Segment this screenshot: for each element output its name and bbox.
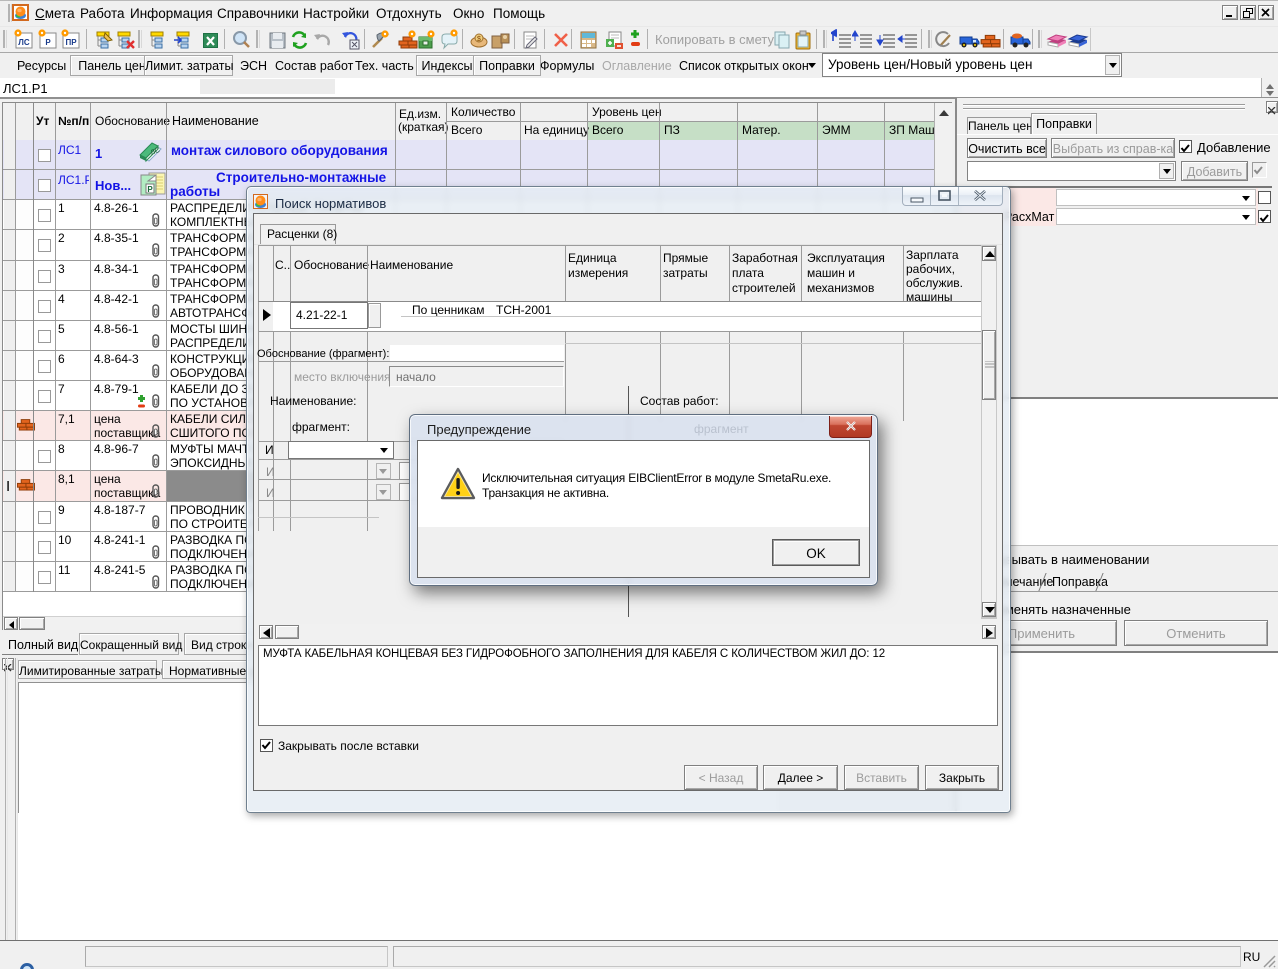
svg-text:$: $	[477, 36, 481, 43]
svg-text:Р: Р	[147, 185, 153, 194]
svg-text:ПР: ПР	[65, 38, 77, 47]
svg-text:Р: Р	[45, 38, 51, 47]
svg-text:ЛС: ЛС	[18, 38, 30, 47]
